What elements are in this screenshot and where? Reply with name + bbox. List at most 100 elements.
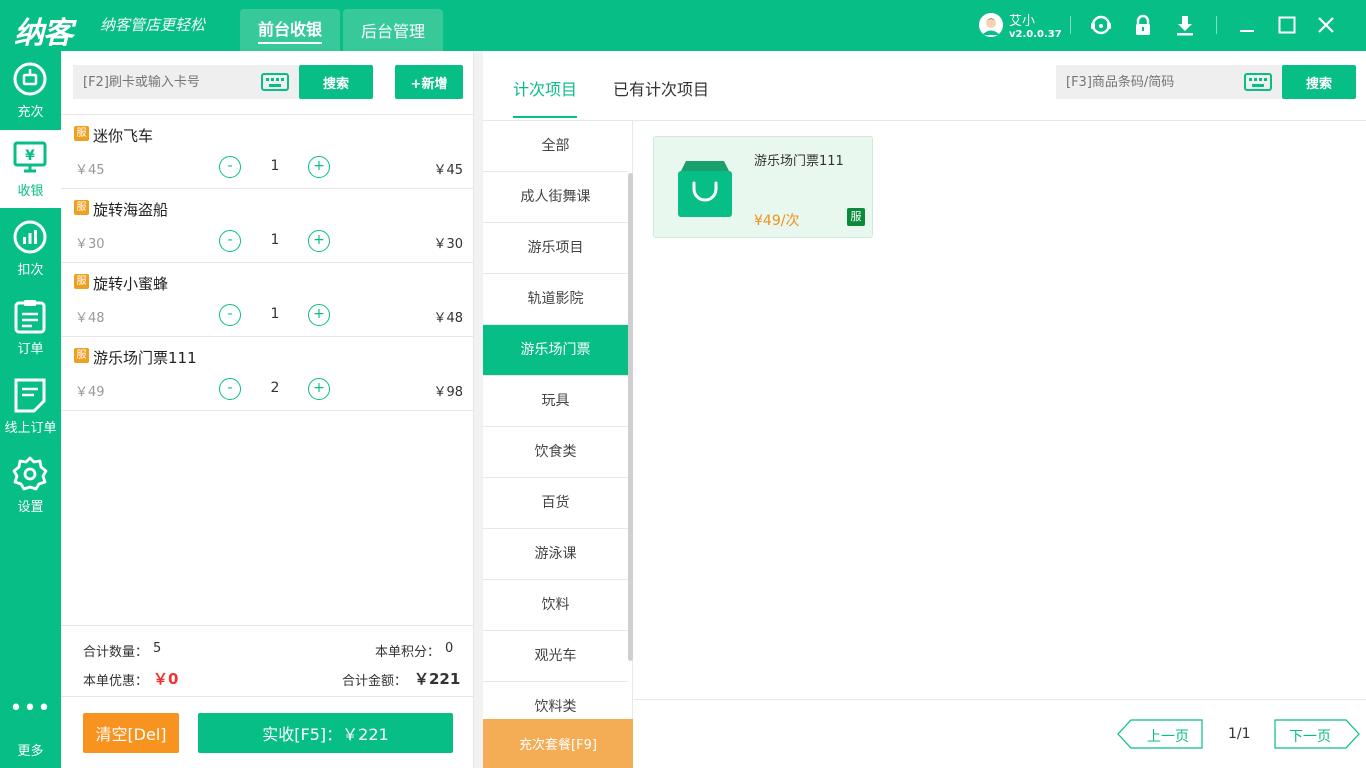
cart-panel: 搜索 +新增 服 迷你飞车 ￥45 - 1 + ￥45 服 旋转海盗船 ￥30 … [61,51,474,768]
svg-text:¥: ¥ [25,148,35,164]
category-item-active[interactable]: 游乐场门票 [483,325,628,376]
nav-item-settings[interactable]: 设置 [0,446,61,524]
total-value: ￥221 [414,670,461,688]
total-label: 合计金额： [342,674,408,689]
product-price: ¥49/次 [754,213,800,229]
nav-label: 更多 [17,744,44,759]
discount-value: ￥0 [153,670,179,688]
category-item[interactable]: 玩具 [483,376,628,427]
category-item[interactable]: 游乐项目 [483,223,628,274]
add-member-button[interactable]: +新增 [395,65,463,99]
discount-label: 本单优惠： [83,674,149,689]
cart-item[interactable]: 服 游乐场门票111 ￥49 - 2 + ￥98 [61,337,473,411]
service-badge: 服 [74,200,89,215]
category-item[interactable]: 全部 [483,121,628,172]
maximize-icon[interactable] [1275,13,1299,37]
close-icon[interactable] [1314,13,1338,37]
item-qty: 1 [270,158,280,174]
nav-label: 设置 [17,500,44,515]
nav-item-cashier[interactable]: ¥ 收银 [0,130,61,208]
item-total: ￥30 [433,237,463,252]
service-badge: 服 [74,126,89,141]
count-label: 合计数量： [83,645,149,660]
nav-label: 订单 [17,342,44,357]
keyboard-icon[interactable] [1244,73,1272,91]
divider [1070,16,1071,34]
category-item[interactable]: 观光车 [483,631,628,682]
cart-item[interactable]: 服 旋转海盗船 ￥30 - 1 + ￥30 [61,189,473,263]
item-name: 游乐场门票111 [93,349,197,367]
avatar[interactable] [979,13,1003,37]
download-icon[interactable] [1173,13,1197,37]
product-name: 游乐场门票111 [754,154,844,169]
order-summary: 合计数量： 5 本单积分： 0 本单优惠： ￥0 合计金额： ￥221 [61,625,473,697]
settings-icon [12,456,48,491]
prev-page-button[interactable]: 上一页 [1117,719,1203,749]
support-icon[interactable] [1089,13,1113,37]
category-item[interactable]: 饮料 [483,580,628,631]
nav-label: 扣次 [17,263,44,278]
points-label: 本单积分： [375,645,441,660]
app-version: v2.0.0.37 [1009,29,1062,40]
nav-item-deduct[interactable]: 扣次 [0,209,61,287]
divider [634,699,1366,700]
keyboard-icon[interactable] [261,73,289,91]
item-unit-price: ￥49 [75,385,105,400]
item-unit-price: ￥30 [75,237,105,252]
cashier-icon: ¥ [13,141,47,173]
tab-backend-manage[interactable]: 后台管理 [343,9,443,51]
online-order-icon [14,378,46,413]
recharge-icon [13,62,47,96]
page-indicator: 1/1 [1228,726,1251,742]
nav-item-recharge[interactable]: 充次 [0,51,61,129]
minimize-icon[interactable] [1235,13,1259,37]
clear-cart-button[interactable]: 清空[Del] [83,713,179,753]
item-qty: 1 [270,306,280,322]
tab-label: 前台收银 [257,16,322,44]
user-name: 艾小 [1009,14,1036,29]
decrease-qty-button[interactable]: - [219,156,241,178]
card-search-button[interactable]: 搜索 [299,65,373,99]
cart-item[interactable]: 服 旋转小蜜蜂 ￥48 - 1 + ￥48 [61,263,473,337]
item-name: 迷你飞车 [93,127,154,145]
category-item[interactable]: 成人街舞课 [483,172,628,223]
prev-page-label: 上一页 [1147,729,1189,745]
title-bar: 纳客 纳客管店更轻松 前台收银 后台管理 艾小 v2.0.0.37 [0,0,1366,51]
category-item[interactable]: 百货 [483,478,628,529]
service-badge: 服 [74,274,89,289]
app-logo: 纳客 [14,16,73,51]
service-badge: 服 [74,348,89,363]
nav-item-orders[interactable]: 订单 [0,288,61,366]
decrease-qty-button[interactable]: - [219,230,241,252]
item-total: ￥45 [433,163,463,178]
panel-divider [474,51,483,768]
nav-item-more[interactable]: ••• 更多 [0,690,61,768]
increase-qty-button[interactable]: + [308,304,330,326]
increase-qty-button[interactable]: + [308,378,330,400]
category-item[interactable]: 游泳课 [483,529,628,580]
item-unit-price: ￥48 [75,311,105,326]
category-scrollbar[interactable] [628,173,633,661]
shopping-bag-icon [678,161,732,217]
tab-front-cashier[interactable]: 前台收银 [240,9,340,51]
decrease-qty-button[interactable]: - [219,378,241,400]
checkout-button[interactable]: 实收[F5]：￥221 [198,713,453,753]
increase-qty-button[interactable]: + [308,156,330,178]
cart-item[interactable]: 服 迷你飞车 ￥45 - 1 + ￥45 [61,115,473,189]
product-card[interactable]: 游乐场门票111 ¥49/次 服 [653,136,873,238]
decrease-qty-button[interactable]: - [219,304,241,326]
points-value: 0 [445,641,454,656]
sidebar: 充次 ¥ 收银 扣次 订单 线上订单 设置 ••• 更多 [0,51,61,768]
tab-existing-count-items[interactable]: 已有计次项目 [613,76,709,100]
recharge-package-button[interactable]: 充次套餐[F9] [483,719,633,768]
category-item[interactable]: 轨道影院 [483,274,628,325]
tab-count-items[interactable]: 计次项目 [513,76,578,118]
divider [1216,16,1217,34]
product-search-button[interactable]: 搜索 [1282,65,1356,99]
nav-item-online-orders[interactable]: 线上订单 [0,367,61,445]
lock-icon[interactable] [1131,13,1155,37]
next-page-button[interactable]: 下一页 [1274,719,1360,749]
category-list: 全部 成人街舞课 游乐项目 轨道影院 游乐场门票 玩具 饮食类 百货 游泳课 饮… [483,121,633,768]
category-item[interactable]: 饮食类 [483,427,628,478]
increase-qty-button[interactable]: + [308,230,330,252]
